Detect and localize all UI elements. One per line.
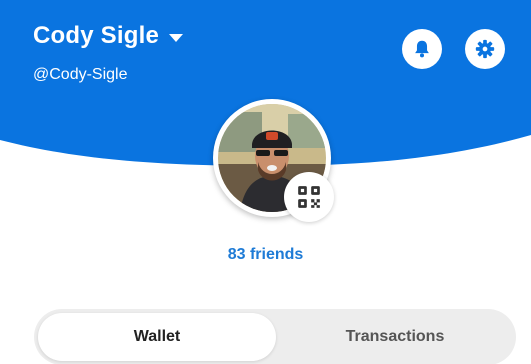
notifications-button[interactable] <box>402 29 442 69</box>
tab-transactions[interactable]: Transactions <box>278 313 512 361</box>
tab-wallet[interactable]: Wallet <box>38 313 276 361</box>
settings-button[interactable] <box>465 29 505 69</box>
user-handle: @Cody-Sigle <box>33 66 128 83</box>
gear-icon <box>475 39 495 59</box>
profile-screen: Cody Sigle @Cody-Sigle 83 friends Wallet… <box>0 0 531 364</box>
account-switcher[interactable]: Cody Sigle <box>33 22 184 50</box>
dropdown-caret-icon <box>169 33 184 42</box>
qr-code-button[interactable] <box>284 172 334 222</box>
friends-count-link[interactable]: 83 friends <box>0 246 531 264</box>
qr-code-icon <box>298 186 320 208</box>
bell-icon <box>415 40 429 58</box>
wallet-transactions-toggle: Wallet Transactions <box>34 309 516 364</box>
user-name: Cody Sigle <box>33 22 160 49</box>
